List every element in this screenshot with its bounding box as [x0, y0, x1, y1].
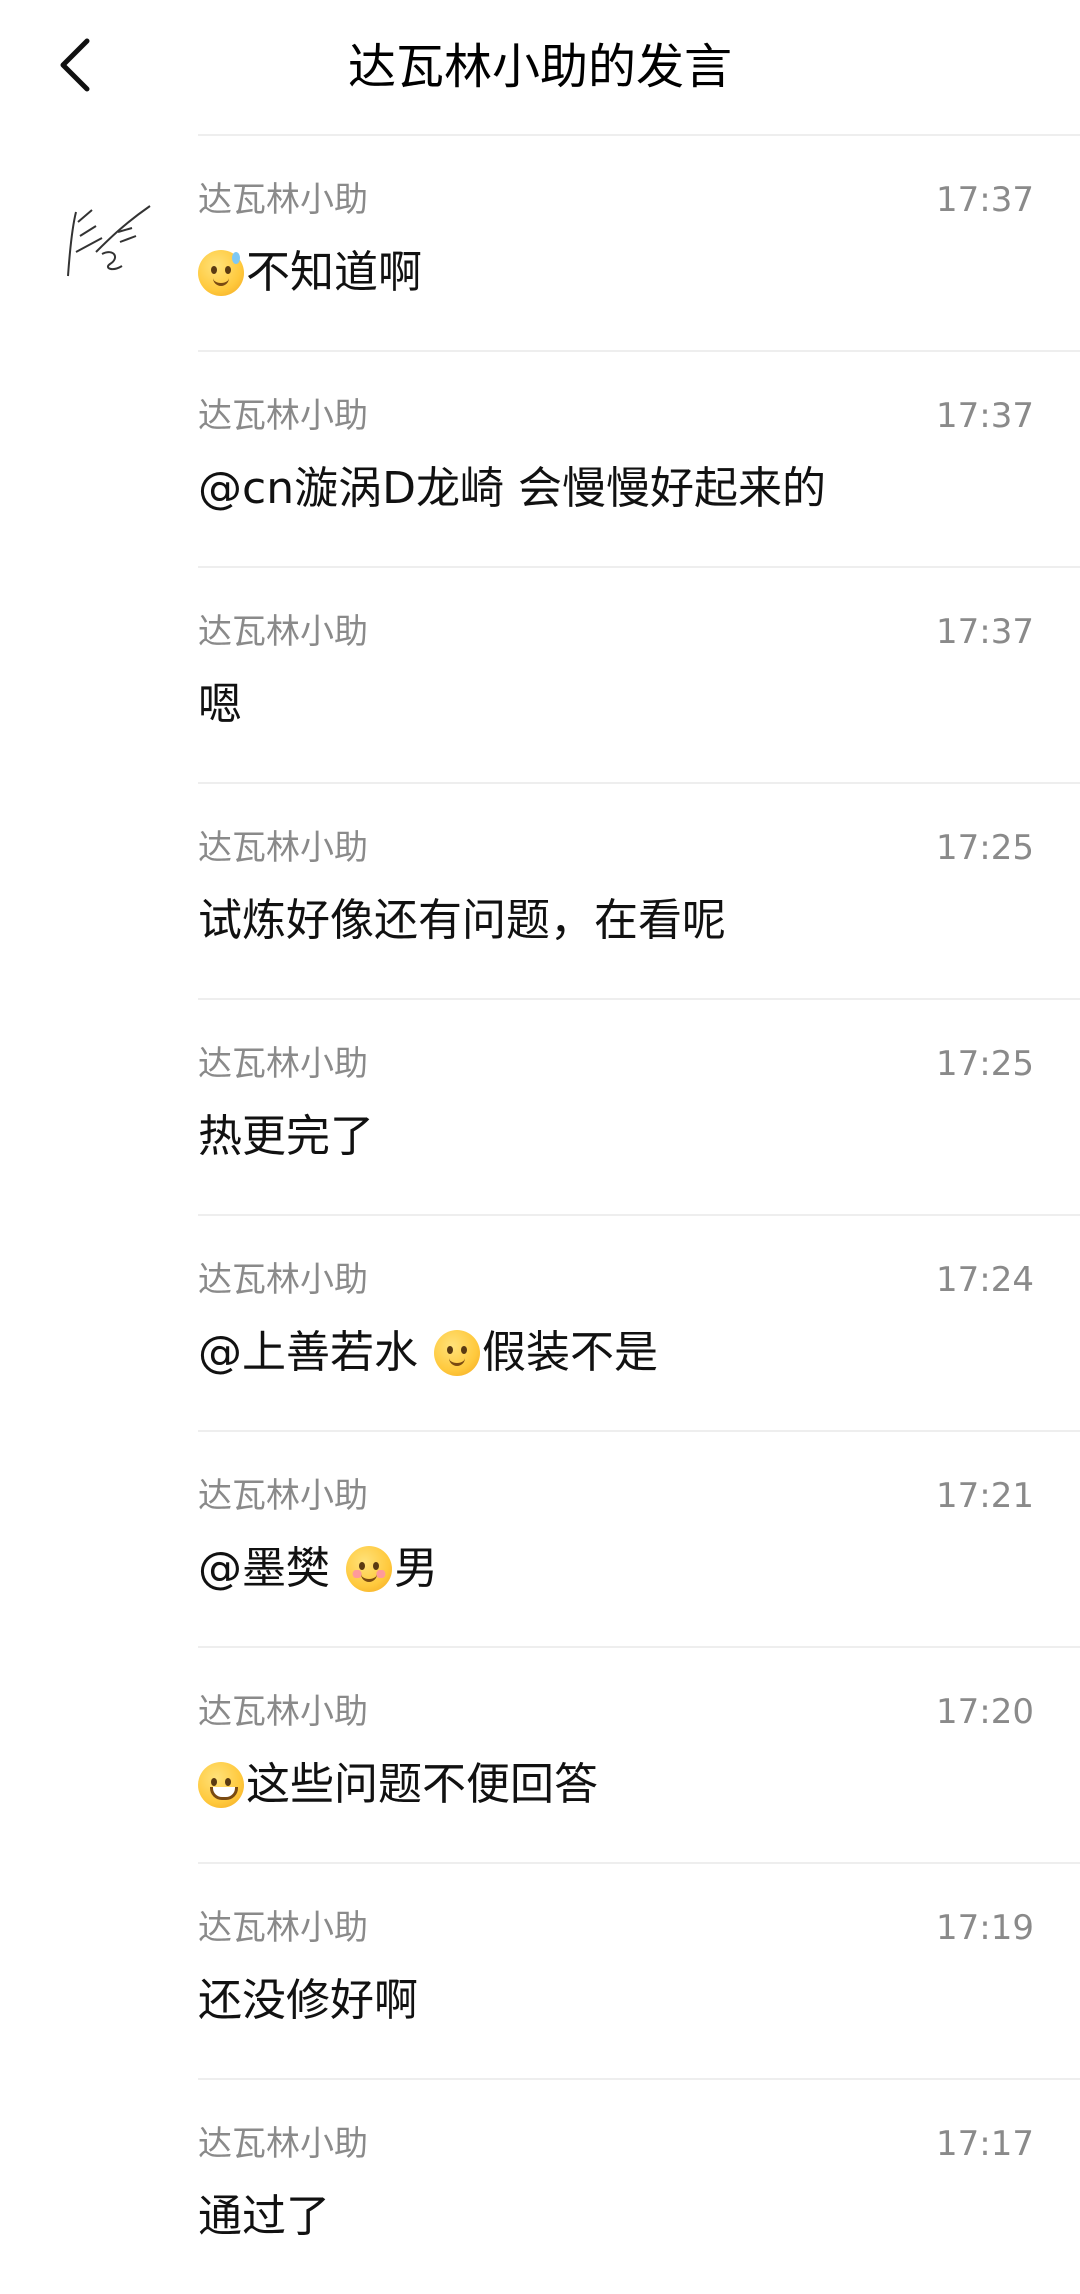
grin-emoji-icon — [198, 1762, 244, 1808]
message-text: 嗯 — [198, 674, 1034, 736]
message-item[interactable]: 达瓦林小助 17:25 试炼好像还有问题，在看呢 — [0, 782, 1080, 998]
divider — [198, 350, 1080, 352]
message-text: 热更完了 — [198, 1106, 1034, 1168]
message-text: 试炼好像还有问题，在看呢 — [198, 890, 1034, 952]
message-item[interactable]: 达瓦林小助 17:37 嗯 — [0, 566, 1080, 782]
sender-name: 达瓦林小助 — [198, 828, 368, 868]
message-text: 通过了 — [198, 2186, 1034, 2248]
message-text: 这些问题不便回答 — [198, 1754, 1034, 1816]
message-text: @cn漩涡D龙崎 会慢慢好起来的 — [198, 458, 1034, 520]
sender-name: 达瓦林小助 — [198, 396, 368, 436]
message-text-segment: 不知道啊 — [246, 247, 422, 298]
message-time: 17:37 — [936, 396, 1034, 436]
message-list[interactable]: 达瓦林小助 17:37 不知道啊 达瓦林小助 17:37 @cn漩涡D龙崎 会慢… — [0, 134, 1080, 2294]
avatar[interactable] — [62, 192, 154, 284]
message-time: 17:37 — [936, 180, 1034, 220]
divider — [198, 782, 1080, 784]
signature-avatar-icon — [67, 205, 151, 277]
message-time: 17:20 — [936, 1692, 1034, 1732]
message-time: 17:17 — [936, 2124, 1034, 2164]
top-bar: 达瓦林小助的发言 — [0, 0, 1080, 134]
divider — [198, 998, 1080, 1000]
sender-name: 达瓦林小助 — [198, 2124, 368, 2164]
sender-name: 达瓦林小助 — [198, 1692, 368, 1732]
message-item[interactable]: 达瓦林小助 17:37 @cn漩涡D龙崎 会慢慢好起来的 — [0, 350, 1080, 566]
message-item[interactable]: 达瓦林小助 17:20 这些问题不便回答 — [0, 1646, 1080, 1862]
divider — [198, 1646, 1080, 1648]
message-time: 17:19 — [936, 1908, 1034, 1948]
message-item[interactable]: 达瓦林小助 17:21 @墨樊 男 — [0, 1430, 1080, 1646]
sender-name: 达瓦林小助 — [198, 612, 368, 652]
message-item[interactable]: 达瓦林小助 17:17 通过了 — [0, 2078, 1080, 2294]
message-text: 还没修好啊 — [198, 1970, 1034, 2032]
divider — [198, 134, 1080, 136]
divider — [198, 1862, 1080, 1864]
message-text: @上善若水 假装不是 — [198, 1322, 1034, 1384]
message-time: 17:24 — [936, 1260, 1034, 1300]
message-item[interactable]: 达瓦林小助 17:25 热更完了 — [0, 998, 1080, 1214]
message-text-segment: 假装不是 — [482, 1327, 658, 1378]
message-text-segment: 热更完了 — [198, 1111, 374, 1162]
divider — [198, 1430, 1080, 1432]
sender-name: 达瓦林小助 — [198, 1044, 368, 1084]
message-item[interactable]: 达瓦林小助 17:24 @上善若水 假装不是 — [0, 1214, 1080, 1430]
side-eye-emoji-icon — [434, 1330, 480, 1376]
sweat-smile-emoji-icon — [198, 250, 244, 296]
mention-link[interactable]: @墨樊 — [198, 1538, 330, 1600]
message-text-segment: 嗯 — [198, 679, 242, 730]
page-title: 达瓦林小助的发言 — [347, 39, 732, 95]
message-text-segment: 试炼好像还有问题，在看呢 — [198, 895, 726, 946]
message-text-segment: 通过了 — [198, 2191, 330, 2242]
sender-name: 达瓦林小助 — [198, 1476, 368, 1516]
message-item[interactable]: 达瓦林小助 17:37 不知道啊 — [0, 134, 1080, 350]
message-time: 17:21 — [936, 1476, 1034, 1516]
message-text-segment: 这些问题不便回答 — [246, 1759, 598, 1810]
sender-name: 达瓦林小助 — [198, 180, 368, 220]
message-time: 17:37 — [936, 612, 1034, 652]
message-item[interactable]: 达瓦林小助 17:19 还没修好啊 — [0, 1862, 1080, 2078]
sender-name: 达瓦林小助 — [198, 1908, 368, 1948]
divider — [198, 1214, 1080, 1216]
message-text: 不知道啊 — [198, 242, 1034, 304]
message-time: 17:25 — [936, 1044, 1034, 1084]
divider — [198, 2078, 1080, 2080]
sender-name: 达瓦林小助 — [198, 1260, 368, 1300]
message-text-segment: 男 — [394, 1543, 438, 1594]
message-text-segment: @cn漩涡D龙崎 会慢慢好起来的 — [198, 463, 826, 514]
message-text: @墨樊 男 — [198, 1538, 1034, 1600]
mention-link[interactable]: @上善若水 — [198, 1322, 418, 1384]
divider — [198, 566, 1080, 568]
blush-emoji-icon — [346, 1546, 392, 1592]
message-time: 17:25 — [936, 828, 1034, 868]
message-text-segment: 还没修好啊 — [198, 1975, 418, 2026]
